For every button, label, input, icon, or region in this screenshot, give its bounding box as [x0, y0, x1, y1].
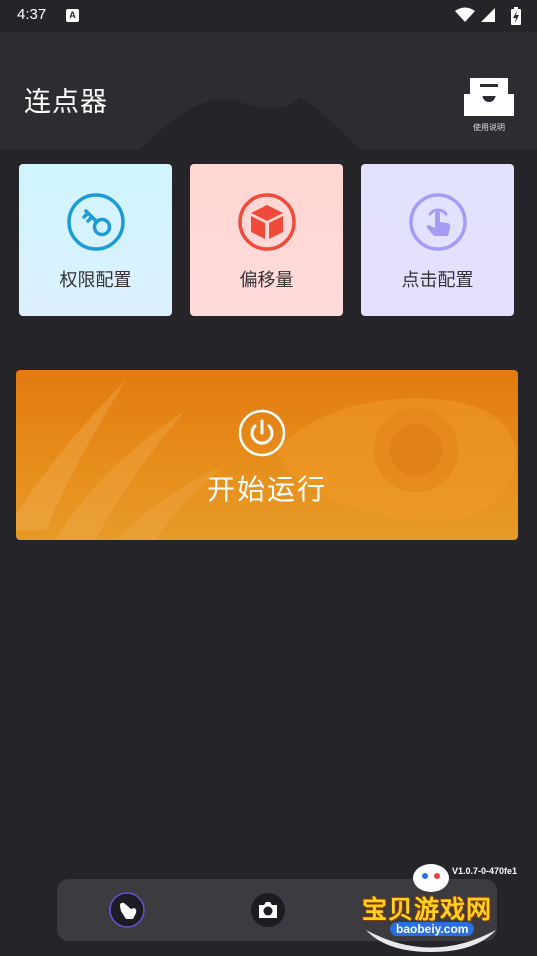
- page-title: 连点器: [24, 87, 108, 118]
- key-icon: [67, 193, 125, 251]
- click-config-label: 点击配置: [401, 270, 474, 291]
- permission-config-label: 权限配置: [59, 270, 132, 291]
- inbox-icon: [464, 78, 514, 116]
- pointer-icon[interactable]: [109, 892, 145, 928]
- manual-button[interactable]: 使用说明: [462, 74, 516, 132]
- click-config-card[interactable]: 点击配置: [361, 164, 514, 316]
- watermark-logo: 宝贝游戏网 baobeiy.com: [356, 860, 506, 952]
- manual-label: 使用说明: [473, 123, 505, 132]
- tap-icon: [409, 193, 467, 251]
- offset-card[interactable]: 偏移量: [190, 164, 343, 316]
- battery-charging-icon: [511, 7, 521, 25]
- offset-label: 偏移量: [239, 270, 294, 291]
- status-time: 4:37: [17, 6, 47, 23]
- camera-icon[interactable]: [250, 892, 286, 928]
- start-run-label: 开始运行: [206, 473, 327, 506]
- start-run-button[interactable]: 开始运行: [16, 370, 518, 540]
- power-icon: [238, 409, 286, 457]
- signal-icon: [481, 8, 495, 22]
- watermark-sub: baobeiy.com: [390, 922, 475, 936]
- wifi-icon: [455, 7, 475, 22]
- status-bar: 4:37 A: [0, 0, 537, 32]
- cube-icon: [238, 193, 296, 251]
- app-header: 连点器 使用说明: [0, 32, 537, 150]
- watermark-text: 宝贝游戏网: [362, 895, 493, 924]
- notification-badge-icon: A: [66, 9, 79, 22]
- permission-config-card[interactable]: 权限配置: [19, 164, 172, 316]
